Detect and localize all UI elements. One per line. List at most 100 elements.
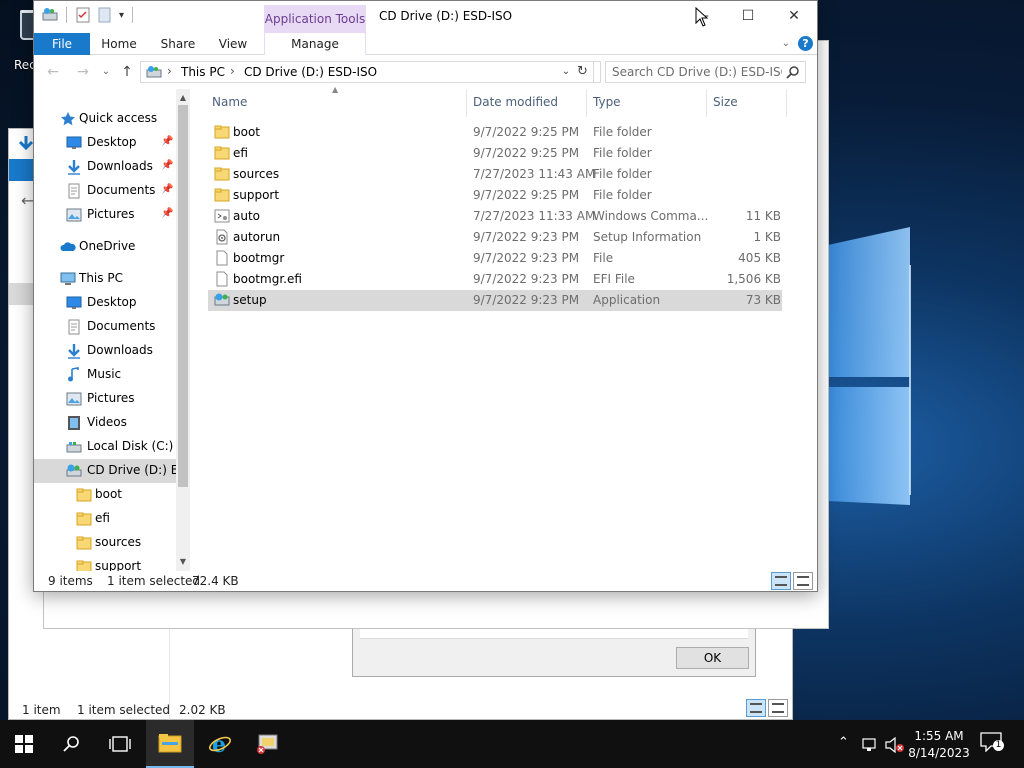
nav-item[interactable]: support: [34, 555, 176, 571]
file-date-modified: 9/7/2022 9:25 PM: [473, 146, 580, 160]
large-icons-view-button[interactable]: [793, 572, 813, 590]
tab-view[interactable]: View: [212, 33, 254, 55]
ok-button[interactable]: OK: [676, 647, 749, 669]
new-folder-icon[interactable]: [97, 7, 113, 23]
back-button[interactable]: ←: [44, 62, 62, 82]
ribbon-tabs: File Home Share View Manage ⌄ ?: [34, 33, 817, 55]
nav-item[interactable]: CD Drive (D:) ESD: [34, 459, 176, 483]
column-header-type[interactable]: Type: [593, 95, 621, 115]
nav-item[interactable]: Desktop 📌: [34, 131, 176, 155]
properties-icon[interactable]: [75, 7, 91, 23]
file-row[interactable]: sources 7/27/2023 11:43 AM File folder: [208, 164, 782, 185]
column-separator[interactable]: [466, 89, 467, 117]
file-size: 405 KB: [738, 251, 781, 265]
nav-item[interactable]: boot: [34, 483, 176, 507]
nav-item[interactable]: Videos: [34, 411, 176, 435]
nav-item-label: boot: [95, 487, 123, 501]
tab-home[interactable]: Home: [96, 33, 142, 55]
task-view-button[interactable]: [96, 720, 144, 768]
nav-item[interactable]: OneDrive: [34, 235, 176, 259]
taskbar-internet-explorer[interactable]: e: [196, 720, 244, 768]
setup-app-icon: [257, 734, 278, 754]
file-row[interactable]: bootmgr.efi 9/7/2022 9:23 PM EFI File 1,506…: [208, 269, 782, 290]
refresh-button[interactable]: ↻: [572, 61, 594, 83]
tab-share[interactable]: Share: [154, 33, 202, 55]
scroll-down-icon[interactable]: ▼: [176, 555, 190, 569]
search-button[interactable]: [48, 720, 96, 768]
large-icons-view-button[interactable]: [768, 699, 788, 717]
tab-manage[interactable]: Manage: [265, 33, 365, 55]
file-size: 73 KB: [745, 293, 781, 307]
file-list[interactable]: ▲ Name Date modified Type Size boot 9/7/2…: [190, 85, 817, 571]
navigation-scrollbar[interactable]: ▲ ▼: [176, 89, 190, 571]
search-input[interactable]: [612, 64, 782, 80]
file-row[interactable]: auto 7/27/2023 11:33 AM Windows Comma... 11…: [208, 206, 782, 227]
nav-item[interactable]: Local Disk (C:): [34, 435, 176, 459]
column-separator[interactable]: [706, 89, 707, 117]
close-button[interactable]: ✕: [771, 1, 817, 31]
search-icon[interactable]: [786, 65, 800, 79]
nav-item[interactable]: This PC: [34, 267, 176, 291]
nav-item-label: CD Drive (D:) ESD: [87, 463, 176, 477]
taskbar-file-explorer[interactable]: [146, 720, 194, 768]
file-row[interactable]: setup 9/7/2022 9:23 PM Application 73 KB: [208, 290, 782, 311]
nav-item[interactable]: Desktop: [34, 291, 176, 315]
file-name: auto: [233, 209, 261, 223]
breadcrumb-separator-icon[interactable]: ›: [167, 64, 172, 78]
breadcrumb-this-pc[interactable]: This PC: [181, 65, 225, 79]
file-row[interactable]: bootmgr 9/7/2022 9:23 PM File 405 KB: [208, 248, 782, 269]
customize-qat-dropdown-icon[interactable]: ▾: [119, 10, 124, 21]
file-row[interactable]: efi 9/7/2022 9:25 PM File folder: [208, 143, 782, 164]
search-box[interactable]: [605, 61, 806, 83]
nav-item[interactable]: efi: [34, 507, 176, 531]
background-selected-nav-item[interactable]: [9, 283, 35, 305]
column-header-name[interactable]: Name: [212, 95, 247, 115]
nav-item[interactable]: Pictures: [34, 387, 176, 411]
chevron-down-icon: ⌄: [101, 66, 111, 77]
file-row[interactable]: autorun 9/7/2022 9:23 PM Setup Information…: [208, 227, 782, 248]
nav-item[interactable]: Downloads 📌: [34, 155, 176, 179]
scroll-up-icon[interactable]: ▲: [176, 91, 190, 105]
file-row[interactable]: boot 9/7/2022 9:25 PM File folder: [208, 122, 782, 143]
nav-item[interactable]: Documents 📌: [34, 179, 176, 203]
folder-icon: [214, 187, 230, 203]
details-view-button[interactable]: [771, 572, 791, 590]
tab-file[interactable]: File: [34, 33, 90, 55]
download-icon: [66, 343, 82, 359]
column-header-size[interactable]: Size: [713, 95, 738, 115]
nav-item[interactable]: Music: [34, 363, 176, 387]
breadcrumb-current[interactable]: CD Drive (D:) ESD-ISO: [244, 65, 377, 79]
nav-item[interactable]: sources: [34, 531, 176, 555]
up-button[interactable]: ↑: [118, 62, 136, 82]
show-hidden-icons-button[interactable]: ⌃: [838, 735, 849, 768]
file-type: File folder: [593, 146, 652, 160]
action-center-button[interactable]: 1: [980, 732, 1004, 756]
column-header-date[interactable]: Date modified: [473, 95, 558, 115]
file-row[interactable]: support 9/7/2022 9:25 PM File folder: [208, 185, 782, 206]
file-type: File folder: [593, 125, 652, 139]
recent-locations-button[interactable]: ⌄: [97, 62, 115, 82]
nav-item[interactable]: Documents: [34, 315, 176, 339]
pin-icon: 📌: [161, 136, 174, 147]
taskbar-setup-app[interactable]: [244, 720, 292, 768]
network-icon[interactable]: [862, 738, 880, 752]
navigation-scrollbar-thumb[interactable]: [178, 105, 188, 487]
navigation-pane[interactable]: Quick access Desktop 📌 Downloads 📌 Documents 📌…: [34, 89, 176, 571]
column-separator[interactable]: [586, 89, 587, 117]
maximize-button[interactable]: ☐: [725, 1, 771, 31]
drive-icon[interactable]: [42, 7, 58, 23]
nav-item[interactable]: Downloads: [34, 339, 176, 363]
breadcrumb-separator-icon[interactable]: ›: [230, 64, 235, 78]
forward-button[interactable]: →: [74, 62, 92, 82]
nav-item[interactable]: Quick access: [34, 107, 176, 131]
details-view-button[interactable]: [746, 699, 766, 717]
file-date-modified: 9/7/2022 9:23 PM: [473, 272, 580, 286]
nav-item[interactable]: Pictures 📌: [34, 203, 176, 227]
column-separator[interactable]: [786, 89, 787, 117]
start-button[interactable]: [0, 720, 48, 768]
system-clock[interactable]: 1:55 AM 8/14/2023: [900, 728, 978, 762]
address-bar[interactable]: › This PC › CD Drive (D:) ESD-ISO ⌄: [140, 61, 601, 83]
expand-ribbon-icon[interactable]: ⌄: [782, 38, 790, 49]
status-selected-size: 72.4 KB: [192, 574, 239, 588]
help-icon[interactable]: ?: [798, 36, 813, 51]
